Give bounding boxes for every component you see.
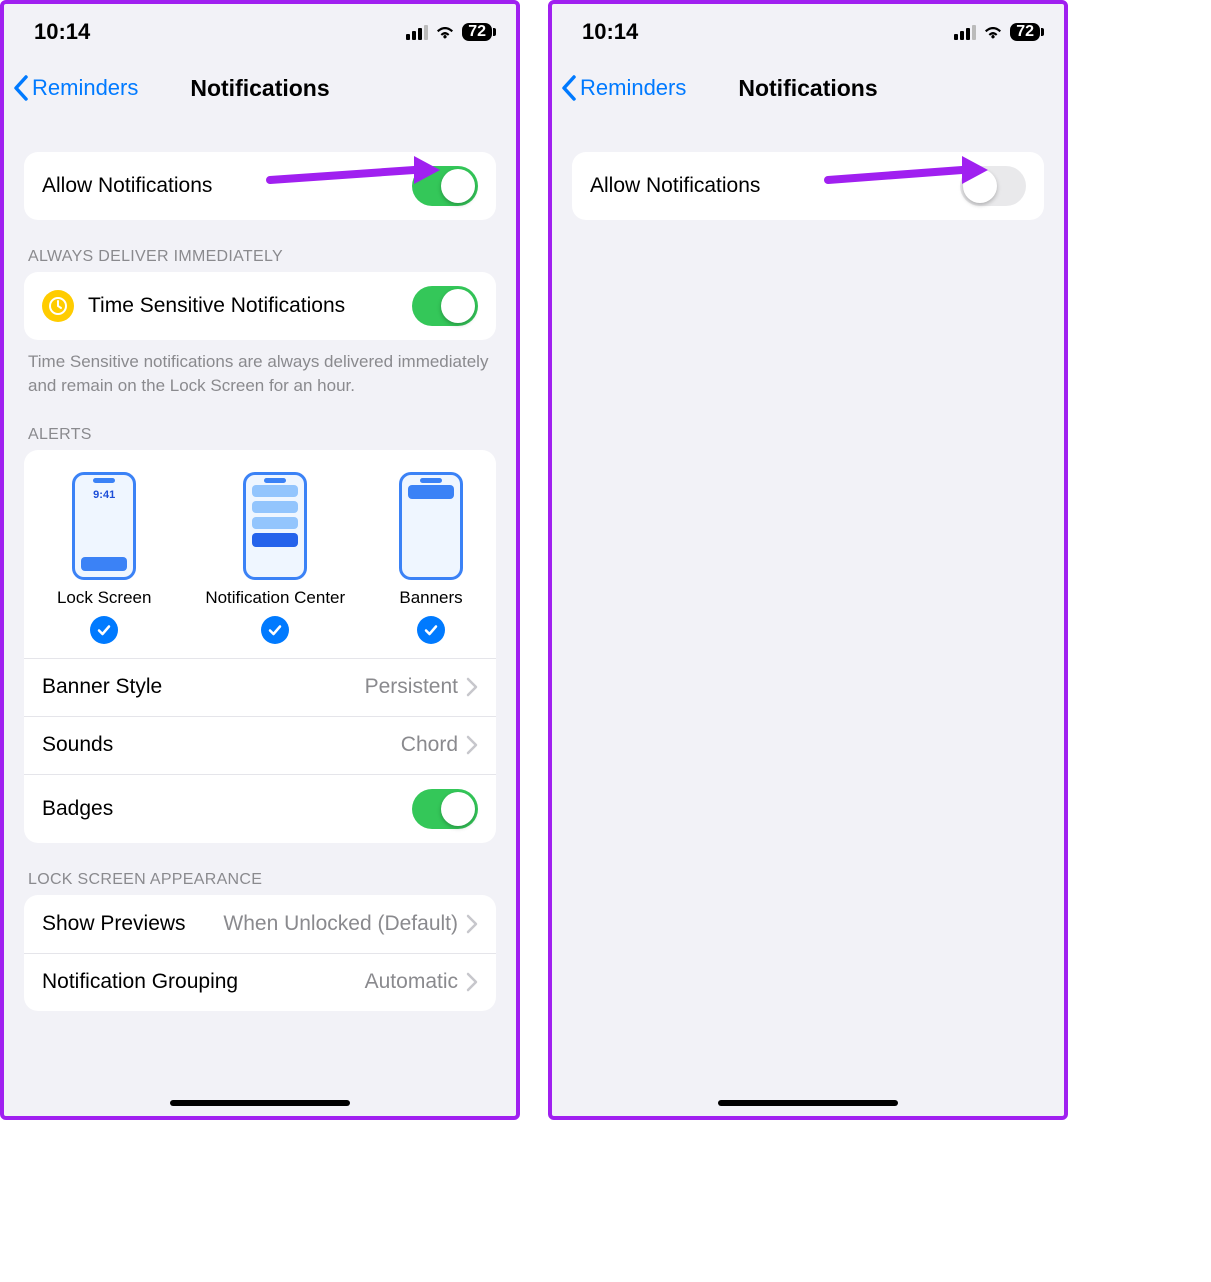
allow-notifications-label: Allow Notifications [42, 174, 412, 198]
wifi-icon [434, 24, 456, 40]
battery-icon: 72 [1010, 23, 1040, 41]
chevron-right-icon [466, 735, 478, 755]
group-time-sensitive: Time Sensitive Notifications [24, 272, 496, 340]
alert-center-check[interactable] [261, 616, 289, 644]
alert-option-notification-center[interactable]: Notification Center [205, 472, 345, 644]
time-sensitive-footer: Time Sensitive notifications are always … [24, 340, 496, 398]
chevron-right-icon [466, 972, 478, 992]
phone-screen-left: 10:14 72 Reminders Notifications Allow N… [0, 0, 520, 1120]
section-header-alerts: ALERTS [24, 398, 496, 450]
group-allow: Allow Notifications [24, 152, 496, 220]
show-previews-label: Show Previews [42, 912, 223, 936]
home-indicator[interactable] [718, 1100, 898, 1106]
row-banner-style[interactable]: Banner Style Persistent [24, 658, 496, 716]
banner-style-label: Banner Style [42, 675, 365, 699]
sounds-label: Sounds [42, 733, 401, 757]
chevron-right-icon [466, 914, 478, 934]
group-allow: Allow Notifications [572, 152, 1044, 220]
time-sensitive-label: Time Sensitive Notifications [88, 294, 412, 318]
alert-lock-label: Lock Screen [57, 588, 152, 608]
alert-option-lock-screen[interactable]: 9:41 Lock Screen [57, 472, 152, 644]
status-bar: 10:14 72 [4, 4, 516, 60]
alert-center-label: Notification Center [205, 588, 345, 608]
allow-notifications-label: Allow Notifications [590, 174, 960, 198]
content-area: Allow Notifications [552, 116, 1064, 1116]
clock-icon [42, 290, 74, 322]
check-icon [423, 622, 439, 638]
chevron-right-icon [466, 677, 478, 697]
alert-banners-label: Banners [399, 588, 462, 608]
row-show-previews[interactable]: Show Previews When Unlocked (Default) [24, 895, 496, 953]
status-bar: 10:14 72 [552, 4, 1064, 60]
allow-notifications-toggle[interactable] [412, 166, 478, 206]
alerts-options-row: 9:41 Lock Screen Notificat [24, 450, 496, 658]
status-time: 10:14 [582, 19, 638, 45]
badges-label: Badges [42, 797, 412, 821]
lock-screen-preview-icon: 9:41 [72, 472, 136, 580]
phone-screen-right: 10:14 72 Reminders Notifications Allow N… [548, 0, 1068, 1120]
back-label: Reminders [580, 75, 686, 101]
check-icon [96, 622, 112, 638]
cellular-icon [954, 25, 976, 40]
back-button[interactable]: Reminders [12, 74, 138, 102]
time-sensitive-toggle[interactable] [412, 286, 478, 326]
grouping-label: Notification Grouping [42, 970, 365, 994]
alert-banners-check[interactable] [417, 616, 445, 644]
alert-option-banners[interactable]: Banners [399, 472, 463, 644]
notification-center-preview-icon [243, 472, 307, 580]
group-alerts: 9:41 Lock Screen Notificat [24, 450, 496, 843]
row-allow-notifications[interactable]: Allow Notifications [572, 152, 1044, 220]
grouping-value: Automatic [365, 970, 458, 994]
group-lock-appearance: Show Previews When Unlocked (Default) No… [24, 895, 496, 1011]
banner-style-value: Persistent [365, 675, 458, 699]
battery-icon: 72 [462, 23, 492, 41]
back-label: Reminders [32, 75, 138, 101]
check-icon [267, 622, 283, 638]
content-area: Allow Notifications ALWAYS DELIVER IMMED… [4, 116, 516, 1116]
status-time: 10:14 [34, 19, 90, 45]
chevron-left-icon [560, 74, 578, 102]
row-allow-notifications[interactable]: Allow Notifications [24, 152, 496, 220]
home-indicator[interactable] [170, 1100, 350, 1106]
allow-notifications-toggle[interactable] [960, 166, 1026, 206]
row-sounds[interactable]: Sounds Chord [24, 716, 496, 774]
alert-lock-check[interactable] [90, 616, 118, 644]
section-header-always: ALWAYS DELIVER IMMEDIATELY [24, 220, 496, 272]
banners-preview-icon [399, 472, 463, 580]
back-button[interactable]: Reminders [560, 74, 686, 102]
wifi-icon [982, 24, 1004, 40]
row-time-sensitive[interactable]: Time Sensitive Notifications [24, 272, 496, 340]
nav-bar: Reminders Notifications [552, 60, 1064, 116]
section-header-lock-appearance: LOCK SCREEN APPEARANCE [24, 843, 496, 895]
row-badges[interactable]: Badges [24, 774, 496, 843]
badges-toggle[interactable] [412, 789, 478, 829]
nav-bar: Reminders Notifications [4, 60, 516, 116]
cellular-icon [406, 25, 428, 40]
chevron-left-icon [12, 74, 30, 102]
show-previews-value: When Unlocked (Default) [223, 912, 458, 936]
row-notification-grouping[interactable]: Notification Grouping Automatic [24, 953, 496, 1011]
sounds-value: Chord [401, 733, 458, 757]
